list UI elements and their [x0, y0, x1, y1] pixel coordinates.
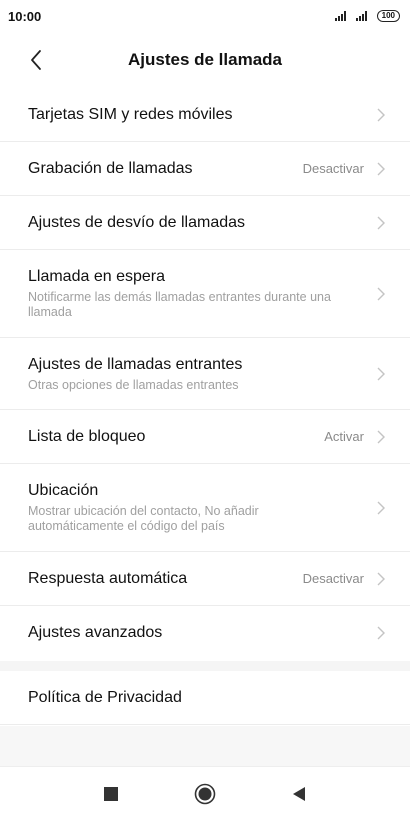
circle-home-icon	[194, 783, 216, 804]
item-incoming-calls[interactable]: Ajustes de llamadas entrantes Otras opci…	[0, 338, 410, 410]
item-title: Grabación de llamadas	[28, 159, 193, 177]
item-title: Ubicación	[28, 482, 99, 499]
chevron-left-icon	[31, 50, 41, 70]
settings-list: Tarjetas SIM y redes móviles Grabación d…	[0, 88, 410, 660]
status-bar: 10:00 100	[0, 0, 410, 32]
item-call-recording[interactable]: Grabación de llamadas Desactivar	[0, 142, 410, 196]
item-title: Política de Privacidad	[28, 688, 182, 706]
item-sim-networks[interactable]: Tarjetas SIM y redes móviles	[0, 88, 410, 142]
signal-sim2-icon	[355, 11, 367, 21]
page-title: Ajustes de llamada	[127, 50, 282, 69]
item-title: Ajustes de desvío de llamadas	[28, 213, 246, 231]
home-button[interactable]	[193, 782, 217, 806]
item-title: Llamada en espera	[28, 268, 165, 285]
chevron-right-icon	[377, 367, 385, 380]
item-subtitle: Notificarme las demás llamadas entrantes…	[28, 290, 331, 319]
item-location[interactable]: Ubicación Mostrar ubicación del contacto…	[0, 464, 410, 552]
item-title: Respuesta automática	[28, 569, 188, 587]
back-nav-button[interactable]	[287, 782, 311, 806]
empty-area	[0, 726, 410, 766]
item-value: Desactivar	[302, 161, 364, 176]
chevron-right-icon	[377, 572, 385, 585]
chevron-right-icon	[377, 162, 385, 175]
item-block-list[interactable]: Lista de bloqueo Activar	[0, 410, 410, 464]
signal-sim1-icon	[334, 11, 346, 21]
item-advanced-settings[interactable]: Ajustes avanzados	[0, 606, 410, 660]
item-auto-answer[interactable]: Respuesta automática Desactivar	[0, 552, 410, 606]
chevron-right-icon	[377, 216, 385, 229]
status-time: 10:00	[8, 8, 42, 24]
chevron-right-icon	[377, 108, 385, 121]
item-call-waiting[interactable]: Llamada en espera Notificarme las demás …	[0, 250, 410, 338]
item-privacy-policy[interactable]: Política de Privacidad	[0, 671, 410, 725]
section-divider	[0, 661, 410, 671]
item-subtitle: Otras opciones de llamadas entrantes	[28, 377, 239, 392]
back-button[interactable]	[22, 46, 50, 74]
item-value: Activar	[324, 429, 364, 444]
item-title: Tarjetas SIM y redes móviles	[28, 105, 233, 123]
item-title: Ajustes de llamadas entrantes	[28, 355, 243, 373]
phone-screen: 10:00 100 Ajustes de llamada Tarjetas SI…	[0, 0, 410, 820]
item-call-forwarding[interactable]: Ajustes de desvío de llamadas	[0, 196, 410, 250]
chevron-right-icon	[377, 501, 385, 514]
recents-button[interactable]	[99, 782, 123, 806]
item-title: Lista de bloqueo	[28, 427, 146, 445]
item-title: Ajustes avanzados	[28, 624, 163, 641]
chevron-right-icon	[377, 287, 385, 300]
item-subtitle: Mostrar ubicación del contacto, No añadi…	[28, 504, 259, 533]
chevron-right-icon	[377, 430, 385, 443]
chevron-right-icon	[377, 626, 385, 640]
status-icons: 100	[334, 10, 400, 22]
app-header: Ajustes de llamada	[0, 32, 410, 88]
item-value: Desactivar	[302, 571, 364, 586]
battery-icon: 100	[376, 10, 400, 22]
system-nav-bar	[0, 766, 410, 820]
triangle-back-icon	[293, 786, 305, 801]
square-icon	[104, 786, 118, 801]
